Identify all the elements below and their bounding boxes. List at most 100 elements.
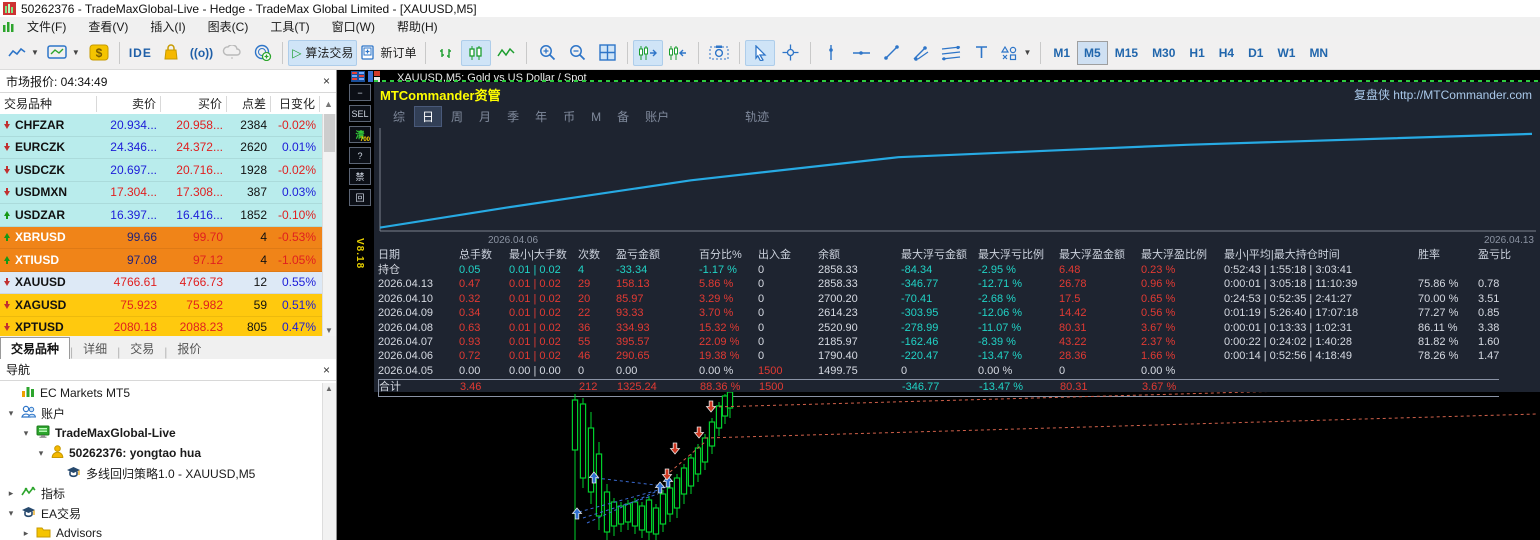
market-watch-row-usdczk[interactable]: USDCZK 20.697... 20.716... 1928 -0.02% <box>0 159 323 182</box>
screenshot-button[interactable] <box>704 40 734 66</box>
stats-row-5[interactable]: 2026.04.07 0.93 0.01 | 0.02 55 395.57 22.09 %… <box>378 335 1540 349</box>
menu-view[interactable]: 查看(V) <box>77 18 139 35</box>
chart-mode-button[interactable]: ▼ <box>4 40 43 66</box>
panel-tab-5[interactable]: 年 <box>528 107 554 126</box>
clear-button[interactable]: 清 700 <box>349 126 371 143</box>
timeframe-h4[interactable]: H4 <box>1212 41 1241 65</box>
collapse-icon[interactable]: ▾ <box>6 408 16 419</box>
ide-button[interactable]: IDE <box>125 40 156 66</box>
market-watch-row-xbrusd[interactable]: XBRUSD 99.66 99.70 4 -0.53% <box>0 226 323 249</box>
panel-tab-0[interactable]: 综 <box>386 107 412 126</box>
profile-chart-button[interactable]: ▼ <box>43 40 84 66</box>
scroll-up-icon[interactable]: ▲ <box>325 384 333 393</box>
market-watch-row-xtiusd[interactable]: XTIUSD 97.08 97.12 4 -1.05% <box>0 249 323 272</box>
line-chart-button[interactable] <box>491 40 521 66</box>
stats-row-1[interactable]: 2026.04.13 0.47 0.01 | 0.02 29 158.13 5.86 % 0… <box>378 277 1540 291</box>
equidistant-channel-button[interactable] <box>936 40 966 66</box>
zoom-out-button[interactable] <box>562 40 592 66</box>
shapes-button[interactable]: ▼ <box>996 40 1035 66</box>
stats-row-4[interactable]: 2026.04.08 0.63 0.01 | 0.02 36 334.93 15.32 %… <box>378 321 1540 335</box>
menu-help[interactable]: 帮助(H) <box>386 18 449 35</box>
menu-insert[interactable]: 插入(I) <box>139 18 196 35</box>
trend-angle-button[interactable] <box>906 40 936 66</box>
navigator-scrollbar[interactable]: ▲ <box>322 383 336 540</box>
tile-windows-button[interactable] <box>592 40 622 66</box>
panel-tab-9[interactable]: 账户 <box>638 107 676 126</box>
collapse-icon[interactable]: ▾ <box>21 428 31 439</box>
timeframe-mn[interactable]: MN <box>1302 41 1335 65</box>
chart-window-icon[interactable] <box>2 20 16 33</box>
help-button[interactable]: ? <box>349 147 371 164</box>
market-watch-tab-1[interactable]: 详细 <box>73 338 117 359</box>
market-watch-row-eurczk[interactable]: EURCZK 24.346... 24.372... 2620 0.01% <box>0 136 323 159</box>
timeframe-m1[interactable]: M1 <box>1046 41 1077 65</box>
market-watch-row-xauusd[interactable]: XAUUSD 4766.61 4766.73 12 0.55% <box>0 271 323 294</box>
panel-tab-7[interactable]: M <box>584 109 608 125</box>
bars-chart-button[interactable] <box>431 40 461 66</box>
stats-row-0[interactable]: 持仓 0.05 0.01 | 0.02 4 -33.34 -1.17 % 0 2858.33 -… <box>378 263 1540 277</box>
chart-shift-button[interactable] <box>663 40 693 66</box>
horizontal-line-button[interactable] <box>846 40 876 66</box>
market-watch-tab-0[interactable]: 交易品种 <box>0 337 71 359</box>
panel-tab-1[interactable]: 日 <box>414 106 443 127</box>
zoom-in-button[interactable] <box>532 40 562 66</box>
panel-tab-3[interactable]: 月 <box>472 107 498 126</box>
panel-tab-2[interactable]: 周 <box>444 107 470 126</box>
price-candles-chart[interactable] <box>337 392 1540 540</box>
cloud-icon[interactable] <box>217 40 247 66</box>
sel-button[interactable]: SEL <box>349 105 371 122</box>
expand-icon[interactable]: ▸ <box>21 528 31 539</box>
panel-tab-trajectory[interactable]: 轨迹 <box>738 107 776 126</box>
market-watch-tab-2[interactable]: 交易 <box>120 338 164 359</box>
close-icon[interactable]: × <box>323 363 330 377</box>
restore-button[interactable]: 回 <box>349 189 371 206</box>
minimize-button[interactable]: − <box>349 84 371 101</box>
panel-brand-link[interactable]: 复盘侠 http://MTCommander.com <box>1354 86 1532 103</box>
navigator-item-7[interactable]: ▸ Advisors <box>2 523 323 540</box>
market-watch-tab-3[interactable]: 报价 <box>167 338 211 359</box>
community-icon[interactable] <box>247 40 277 66</box>
navigator-item-4[interactable]: 多线回归策略1.0 - XAUUSD,M5 <box>2 463 323 483</box>
timeframe-m5[interactable]: M5 <box>1077 40 1108 65</box>
chart-area[interactable]: XAUUSD,M5: Gold vs US Dollar / Spot − SEL… <box>337 70 1540 540</box>
market-watch-scrollbar[interactable]: ▼ <box>322 114 336 336</box>
menu-charts[interactable]: 图表(C) <box>197 18 260 35</box>
signals-icon[interactable]: ((o)) <box>186 40 217 66</box>
navigator-item-1[interactable]: ▾ 账户 <box>2 403 323 423</box>
panel-tab-6[interactable]: 币 <box>556 107 582 126</box>
navigator-item-6[interactable]: ▾ EA交易 <box>2 503 323 523</box>
text-tool-button[interactable] <box>966 40 996 66</box>
navigator-item-3[interactable]: ▾ 50262376: yongtao hua <box>2 443 323 463</box>
auto-scroll-button[interactable] <box>633 39 664 66</box>
menu-file[interactable]: 文件(F) <box>16 18 77 35</box>
menu-window[interactable]: 窗口(W) <box>321 18 386 35</box>
market-watch-row-usdzar[interactable]: USDZAR 16.397... 16.416... 1852 -0.10% <box>0 204 323 227</box>
navigator-item-0[interactable]: EC Markets MT5 <box>2 383 323 403</box>
candles-chart-button[interactable] <box>461 39 492 66</box>
scroll-down-icon[interactable]: ▼ <box>325 326 333 335</box>
stats-row-7[interactable]: 2026.04.05 0.00 0.00 | 0.00 0 0.00 0.00 % 1500… <box>378 364 1540 378</box>
new-order-button[interactable]: 新订单 <box>357 40 420 66</box>
quotes-table-icon[interactable] <box>351 71 365 82</box>
timeframe-h1[interactable]: H1 <box>1182 41 1211 65</box>
timeframe-m15[interactable]: M15 <box>1108 41 1145 65</box>
vertical-line-button[interactable] <box>816 40 846 66</box>
market-watch-row-usdmxn[interactable]: USDMXN 17.304... 17.308... 387 0.03% <box>0 181 323 204</box>
close-icon[interactable]: × <box>323 74 330 88</box>
menu-tools[interactable]: 工具(T) <box>259 18 320 35</box>
panel-tab-8[interactable]: 备 <box>610 107 636 126</box>
navigator-item-5[interactable]: ▸ 指标 <box>2 483 323 503</box>
stats-row-6[interactable]: 2026.04.06 0.72 0.01 | 0.02 46 290.65 19.38 %… <box>378 349 1540 363</box>
market-watch-row-chfzar[interactable]: CHFZAR 20.934... 20.958... 2384 -0.02% <box>0 114 323 137</box>
navigator-item-2[interactable]: ▾ TradeMaxGlobal-Live <box>2 423 323 443</box>
timeframe-m30[interactable]: M30 <box>1145 41 1182 65</box>
crosshair-button[interactable] <box>775 40 805 66</box>
cursor-button[interactable] <box>745 39 776 66</box>
stats-row-2[interactable]: 2026.04.10 0.32 0.01 | 0.02 20 85.97 3.29 % 0 2… <box>378 292 1540 306</box>
trendline-button[interactable] <box>876 40 906 66</box>
market-bag-icon[interactable] <box>156 40 186 66</box>
market-watch-columns[interactable]: 交易品种 卖价 买价 点差 日变化 ▲ <box>0 93 336 116</box>
deposit-button[interactable]: $ <box>84 40 114 66</box>
collapse-icon[interactable]: ▾ <box>36 448 46 459</box>
stats-row-3[interactable]: 2026.04.09 0.34 0.01 | 0.02 22 93.33 3.70 % 0 2… <box>378 306 1540 320</box>
